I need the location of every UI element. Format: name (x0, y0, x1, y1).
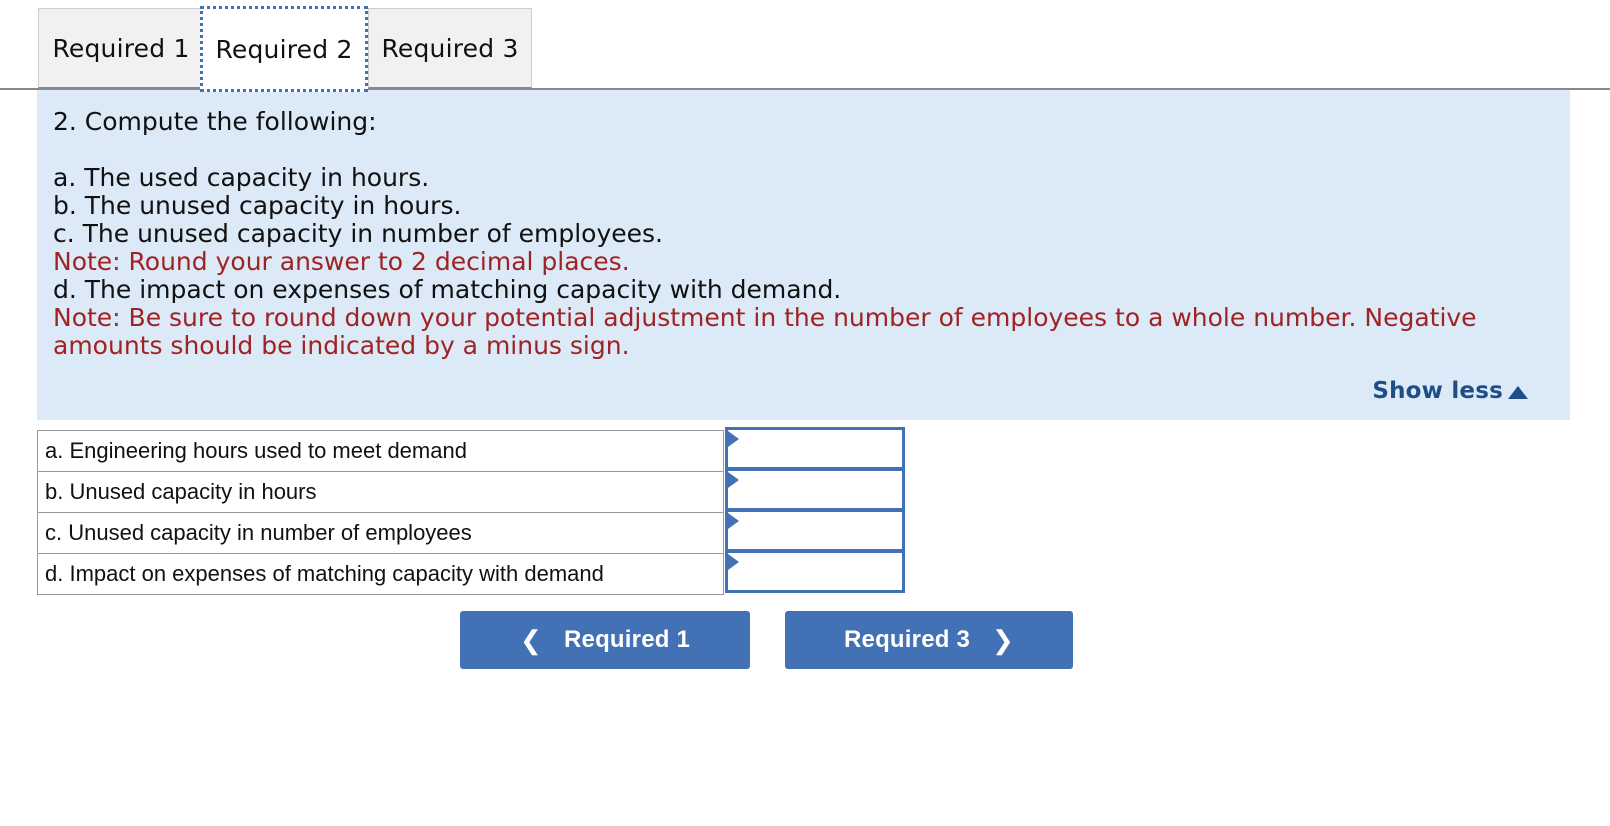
table-row: a. Engineering hours used to meet demand (37, 426, 907, 472)
chevron-right-icon: ❯ (992, 625, 1015, 655)
answer-input-cell-d (723, 549, 907, 595)
answer-label-d: d. Impact on expenses of matching capaci… (37, 553, 724, 595)
instruction-line-a: a. The used capacity in hours. (53, 163, 430, 192)
next-required-label: Required 3 (843, 626, 971, 653)
previous-required-button[interactable]: ❮ Required 1 (460, 611, 750, 669)
table-row: d. Impact on expenses of matching capaci… (37, 549, 907, 595)
tab-required-2-label: Required 2 (215, 34, 353, 64)
instruction-spacer (53, 136, 1546, 164)
chevron-left-icon: ❮ (519, 625, 542, 655)
instruction-line-c: c. The unused capacity in number of empl… (53, 219, 663, 248)
tab-required-1-label: Required 1 (52, 33, 190, 63)
answer-label-c: c. Unused capacity in number of employee… (37, 512, 724, 554)
answer-input-b[interactable] (725, 467, 905, 511)
table-row: c. Unused capacity in number of employee… (37, 508, 907, 554)
answer-input-c[interactable] (725, 508, 905, 552)
instruction-panel: 2. Compute the following: a. The used ca… (37, 90, 1570, 420)
instruction-line-d: d. The impact on expenses of matching ca… (53, 275, 842, 304)
instruction-note-negative: Note: Be sure to round down your potenti… (53, 303, 1485, 360)
instruction-heading: 2. Compute the following: (53, 107, 377, 136)
tab-required-1[interactable]: Required 1 (38, 8, 204, 88)
table-row: b. Unused capacity in hours (37, 467, 907, 513)
answer-table: a. Engineering hours used to meet demand… (37, 426, 907, 595)
tab-required-3[interactable]: Required 3 (368, 8, 532, 88)
answer-input-cell-b (723, 467, 907, 513)
tab-required-2[interactable]: Required 2 (200, 6, 368, 92)
caret-up-icon (1508, 385, 1528, 399)
instruction-note-rounding: Note: Round your answer to 2 decimal pla… (53, 247, 630, 276)
show-less-toggle[interactable]: Show less (1372, 378, 1528, 404)
next-required-button[interactable]: Required 3 ❯ (785, 611, 1073, 669)
instruction-line-b: b. The unused capacity in hours. (53, 191, 462, 220)
required-tabs: Required 1 Required 2 Required 3 (0, 0, 1610, 92)
answer-input-cell-c (723, 508, 907, 554)
answer-label-b: b. Unused capacity in hours (37, 471, 724, 513)
answer-label-a: a. Engineering hours used to meet demand (37, 430, 724, 472)
show-less-label: Show less (1372, 378, 1503, 404)
answer-input-cell-a (723, 426, 907, 472)
tab-required-3-label: Required 3 (381, 33, 519, 63)
previous-required-label: Required 1 (563, 626, 691, 653)
navigation-buttons: ❮ Required 1 Required 3 ❯ (460, 611, 1073, 669)
answer-input-d[interactable] (725, 549, 905, 593)
answer-input-a[interactable] (725, 426, 905, 470)
